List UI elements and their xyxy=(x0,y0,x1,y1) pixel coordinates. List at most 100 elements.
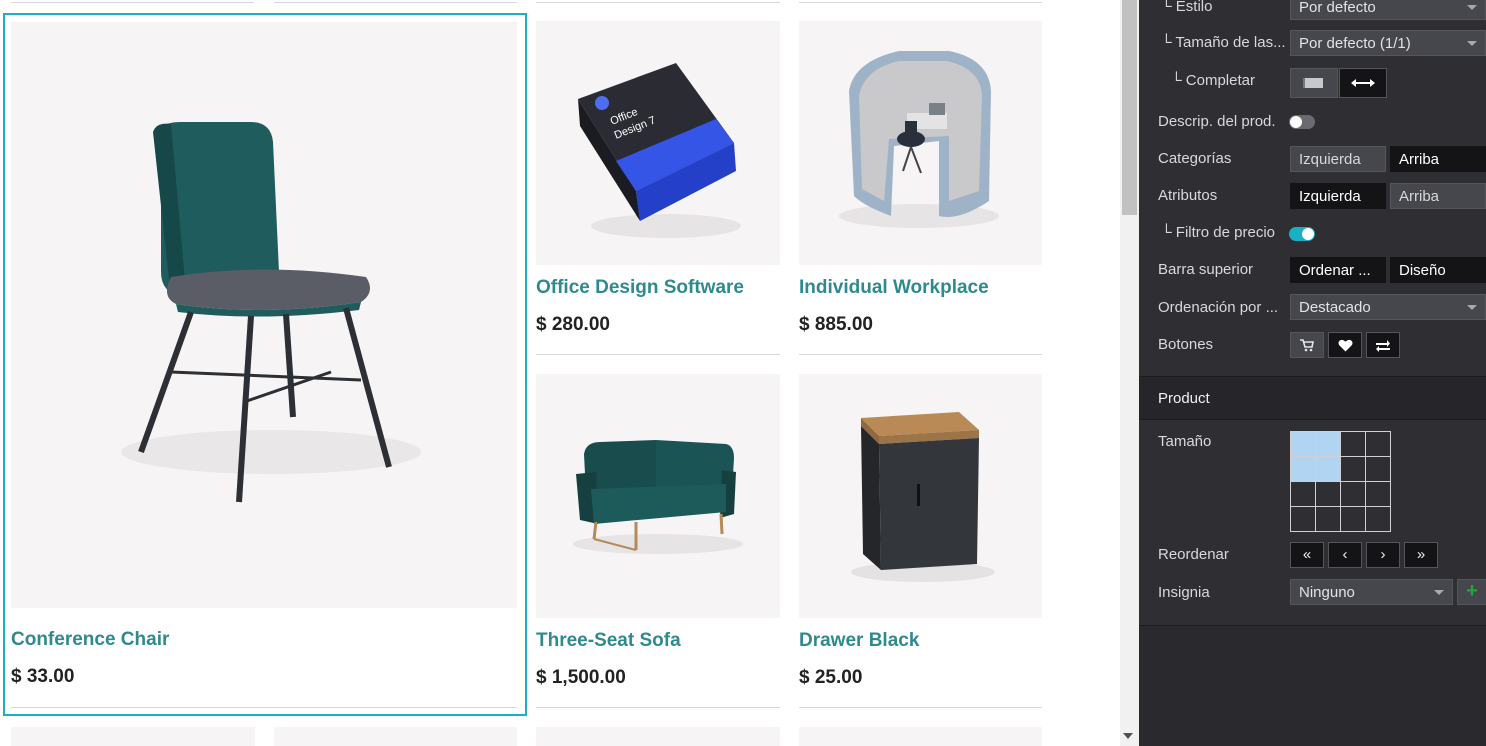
next-product-image xyxy=(799,727,1042,746)
product-price: $ 1,500.00 xyxy=(536,667,626,688)
product-name[interactable]: Conference Chair xyxy=(11,629,169,651)
card-divider xyxy=(11,707,517,708)
insignia-select[interactable]: Ninguno xyxy=(1290,579,1453,605)
size-cell[interactable] xyxy=(1316,507,1341,532)
compare-icon xyxy=(1376,339,1390,352)
product-price: $ 25.00 xyxy=(799,667,863,688)
option-label: Reordenar xyxy=(1158,546,1229,563)
chevron-down-icon xyxy=(1434,590,1444,595)
size-cell[interactable] xyxy=(1366,482,1391,507)
select-value: Ninguno xyxy=(1299,584,1355,601)
size-cell[interactable] xyxy=(1291,507,1316,532)
chevron-down-icon xyxy=(1467,5,1477,10)
size-cell[interactable] xyxy=(1341,457,1366,482)
product-price: $ 33.00 xyxy=(11,666,75,687)
size-cell[interactable] xyxy=(1341,482,1366,507)
product-card-drawer-black[interactable]: Drawer Black $ 25.00 xyxy=(799,374,1042,708)
card-divider xyxy=(536,354,780,355)
image-contain-icon xyxy=(1303,78,1323,88)
option-atributos: Atributos Izquierda Arriba xyxy=(1139,181,1486,211)
size-cell[interactable] xyxy=(1341,507,1366,532)
move-last-button[interactable]: » xyxy=(1404,542,1438,568)
filtro-precio-toggle[interactable] xyxy=(1289,227,1315,241)
option-label: └ Filtro de precio xyxy=(1161,224,1276,241)
product-image[interactable] xyxy=(799,374,1042,618)
size-cell[interactable] xyxy=(1366,432,1391,457)
move-first-button[interactable]: « xyxy=(1290,542,1324,568)
options-panel: └ Estilo Por defecto └ Tamaño de las... … xyxy=(1139,0,1486,746)
row-divider xyxy=(274,2,517,3)
option-insignia: Insignia Ninguno + xyxy=(1139,578,1486,608)
atributos-izquierda-button[interactable]: Izquierda xyxy=(1290,183,1386,209)
product-image[interactable]: Office Design 7 xyxy=(536,21,780,265)
panel-footer-area xyxy=(1139,626,1486,746)
categorias-arriba-button[interactable]: Arriba xyxy=(1390,146,1486,172)
workplace-pod-image xyxy=(839,51,999,228)
option-categorias: Categorías Izquierda Arriba xyxy=(1139,144,1486,174)
product-card-individual-workplace[interactable]: Individual Workplace $ 885.00 xyxy=(799,21,1042,355)
row-divider xyxy=(799,2,1042,3)
size-cell[interactable] xyxy=(1316,432,1341,457)
product-card-conference-chair[interactable]: Conference Chair $ 33.00 xyxy=(11,22,517,708)
canvas-scrollbar-thumb[interactable] xyxy=(1122,0,1137,215)
size-cell[interactable] xyxy=(1366,507,1391,532)
product-card-office-design-software[interactable]: Office Design 7 Office Design Software $… xyxy=(536,21,780,355)
wishlist-button[interactable] xyxy=(1328,332,1362,358)
size-cell[interactable] xyxy=(1291,457,1316,482)
product-name[interactable]: Individual Workplace xyxy=(799,277,989,299)
software-box-image: Office Design 7 xyxy=(578,63,741,238)
product-image[interactable] xyxy=(799,21,1042,265)
completar-contained-button[interactable] xyxy=(1290,68,1338,98)
product-name[interactable]: Drawer Black xyxy=(799,630,919,652)
option-label: Insignia xyxy=(1158,584,1210,601)
move-previous-button[interactable]: ‹ xyxy=(1328,542,1362,568)
product-size-grid[interactable] xyxy=(1290,431,1391,532)
barra-diseno-button[interactable]: Diseño xyxy=(1390,257,1486,283)
option-estilo: └ Estilo Por defecto xyxy=(1139,0,1486,22)
option-ordenacion: Ordenación por ... Destacado xyxy=(1139,293,1486,323)
estilo-select[interactable]: Por defecto xyxy=(1290,0,1486,20)
size-cell[interactable] xyxy=(1316,457,1341,482)
product-name[interactable]: Office Design Software xyxy=(536,277,744,299)
option-filtro-precio: └ Filtro de precio xyxy=(1139,218,1486,248)
size-cell[interactable] xyxy=(1291,432,1316,457)
option-barra-superior: Barra superior Ordenar ... Diseño xyxy=(1139,255,1486,285)
option-reordenar: Reordenar « ‹ › » xyxy=(1139,540,1486,570)
product-image[interactable] xyxy=(11,22,517,608)
product-card-three-seat-sofa[interactable]: Three-Seat Sofa $ 1,500.00 xyxy=(536,374,780,708)
toggle-knob xyxy=(1302,228,1314,240)
barra-ordenar-button[interactable]: Ordenar ... xyxy=(1290,257,1386,283)
option-label: Barra superior xyxy=(1158,261,1254,278)
cart-button[interactable] xyxy=(1290,332,1324,358)
option-label: Botones xyxy=(1158,336,1214,353)
completar-fill-button[interactable] xyxy=(1339,68,1387,98)
descripcion-toggle[interactable] xyxy=(1289,115,1315,129)
scroll-down-arrow-icon[interactable] xyxy=(1123,733,1133,739)
option-label: Tamaño xyxy=(1158,433,1212,450)
sofa-image xyxy=(573,440,743,554)
row-divider xyxy=(536,2,780,3)
add-insignia-button[interactable]: + xyxy=(1457,579,1486,605)
categorias-izquierda-button[interactable]: Izquierda xyxy=(1290,146,1386,172)
next-product-image xyxy=(11,727,255,746)
size-cell[interactable] xyxy=(1291,482,1316,507)
option-tamano: └ Tamaño de las... Por defecto (1/1) xyxy=(1139,28,1486,58)
size-cell[interactable] xyxy=(1366,457,1391,482)
option-label: Atributos xyxy=(1158,187,1218,204)
move-next-button[interactable]: › xyxy=(1366,542,1400,568)
option-label: └ Completar xyxy=(1171,72,1255,89)
option-label: Descrip. del prod. xyxy=(1158,113,1276,130)
cart-icon xyxy=(1300,338,1314,351)
select-value: Por defecto xyxy=(1299,0,1376,16)
card-divider xyxy=(799,354,1042,355)
tamano-select[interactable]: Por defecto (1/1) xyxy=(1290,30,1486,56)
ordenacion-select[interactable]: Destacado xyxy=(1290,294,1486,320)
size-cell[interactable] xyxy=(1341,432,1366,457)
size-cell[interactable] xyxy=(1316,482,1341,507)
card-divider xyxy=(799,707,1042,708)
atributos-arriba-button[interactable]: Arriba xyxy=(1390,183,1486,209)
product-image[interactable] xyxy=(536,374,780,618)
chevron-down-icon xyxy=(1467,305,1477,310)
compare-button[interactable] xyxy=(1366,332,1400,358)
product-name[interactable]: Three-Seat Sofa xyxy=(536,630,681,652)
